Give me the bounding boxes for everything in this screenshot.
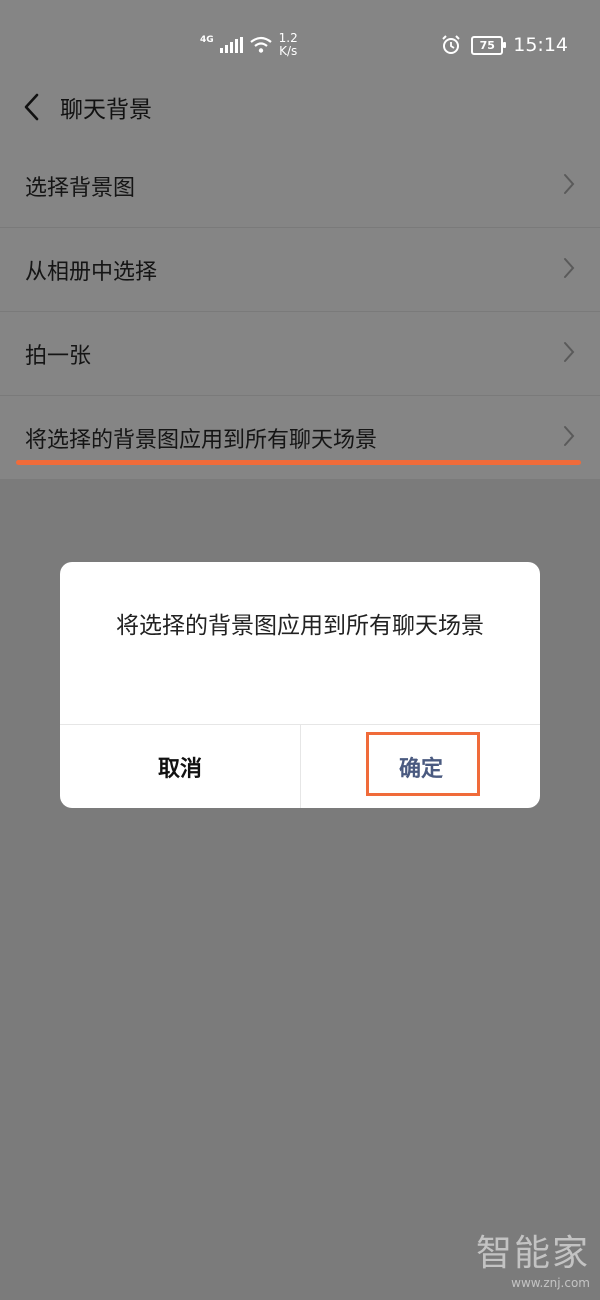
list-item-label: 选择背景图	[25, 175, 136, 201]
cancel-button[interactable]: 取消	[60, 725, 300, 808]
chevron-right-icon	[564, 426, 575, 446]
watermark: 智能家 www.znj.com	[476, 1224, 590, 1290]
list-item-label: 拍一张	[25, 343, 92, 369]
page-title: 聊天背景	[60, 97, 152, 123]
confirm-highlight-box	[366, 732, 480, 796]
confirm-dialog: 将选择的背景图应用到所有聊天场景 取消 确定	[60, 562, 540, 808]
wifi-icon	[249, 36, 272, 53]
back-button[interactable]	[2, 70, 62, 144]
battery-level: 75	[479, 38, 495, 52]
watermark-logo: 智能家	[475, 1233, 590, 1274]
battery-icon: 75	[471, 35, 507, 55]
list-item-take-photo[interactable]: 拍一张	[0, 312, 600, 396]
net-speed: 1.2 K/s	[279, 32, 298, 58]
chevron-right-icon	[564, 174, 575, 194]
page-header: 聊天背景	[0, 70, 600, 144]
chevron-left-icon	[24, 93, 39, 121]
watermark-url: www.znj.com	[511, 1276, 590, 1290]
list-item-apply-to-all[interactable]: 将选择的背景图应用到所有聊天场景	[0, 396, 600, 479]
clock: 15:14	[513, 34, 568, 56]
dialog-message: 将选择的背景图应用到所有聊天场景	[116, 613, 484, 639]
alarm-icon	[442, 35, 460, 54]
network-type: 4G	[200, 35, 214, 45]
signal-icon	[219, 37, 243, 53]
net-speed-unit: K/s	[279, 44, 298, 58]
chevron-right-icon	[564, 258, 575, 278]
network-status: 4G 1.2 K/s	[200, 30, 298, 60]
list-item-label: 从相册中选择	[25, 259, 158, 285]
list-item-choose-background[interactable]: 选择背景图	[0, 144, 600, 228]
chevron-right-icon	[564, 342, 575, 362]
settings-list: 选择背景图 从相册中选择 拍一张 将选择的背景图应用到所有聊天场景	[0, 144, 600, 479]
list-item-label: 将选择的背景图应用到所有聊天场景	[25, 427, 378, 453]
list-item-from-album[interactable]: 从相册中选择	[0, 228, 600, 312]
highlight-underline	[16, 460, 581, 465]
status-right: 75 15:14	[441, 30, 568, 60]
